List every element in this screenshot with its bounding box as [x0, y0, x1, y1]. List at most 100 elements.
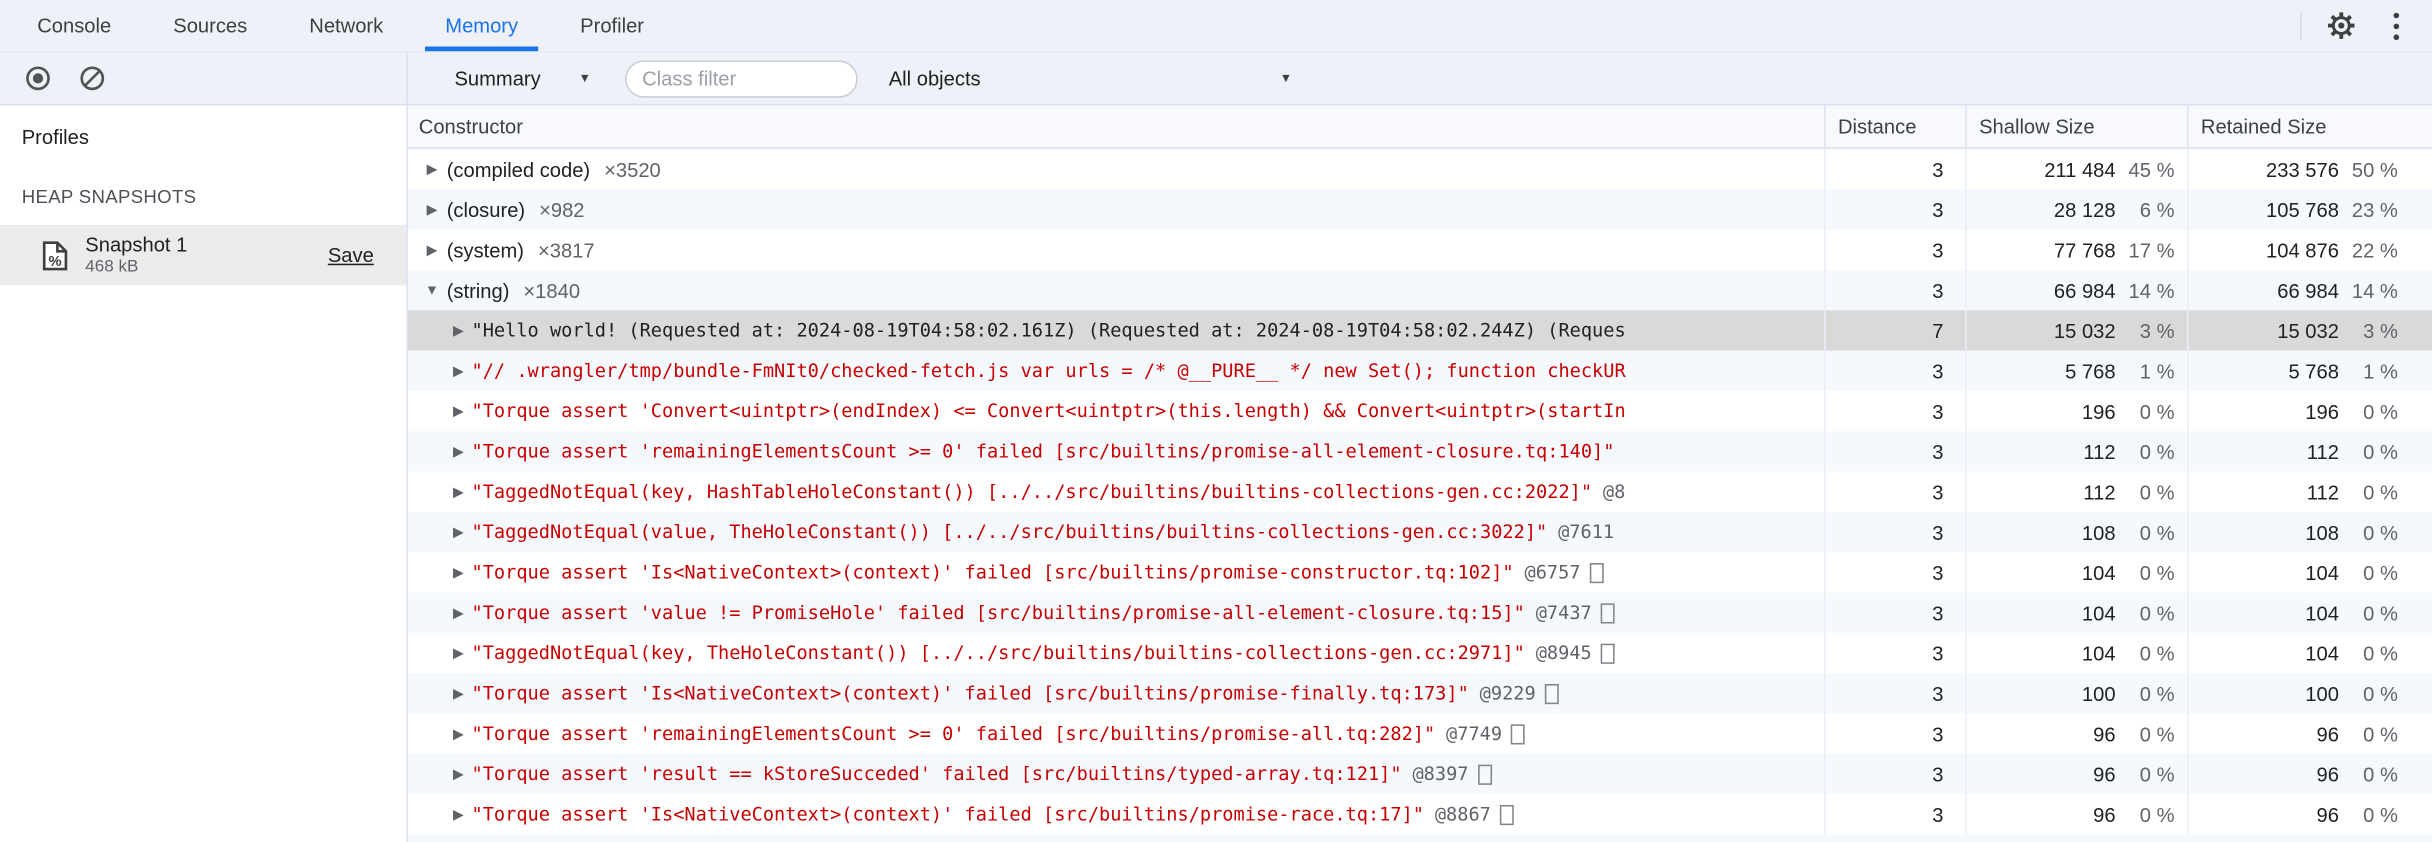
constructor-cell: ▶ "Torque assert 'Is<NativeContext>(conte…: [408, 794, 1826, 835]
expand-triangle-icon[interactable]: ▶: [423, 161, 440, 178]
three-dot-menu-icon[interactable]: [2379, 9, 2413, 43]
tab-profiler[interactable]: Profiler: [557, 0, 667, 51]
retained-size-value: 96: [2316, 802, 2339, 826]
constructor-group-row[interactable]: ▶ (compiled code) ×3520 3 211 484 45 % 233 576…: [408, 148, 2432, 190]
distance-cell: 3: [1826, 269, 1967, 311]
string-instance-row[interactable]: ▶ "Torque assert 'result == kStoreSuccede…: [407, 753, 2432, 795]
expand-triangle-icon[interactable]: ▶: [450, 443, 467, 460]
collapse-triangle-icon[interactable]: ▼: [423, 282, 440, 298]
retained-size-cell: 15 032 3 %: [2188, 310, 2432, 350]
sidebar-title: Profiles: [21, 125, 89, 149]
perspective-select[interactable]: Summary ▼: [454, 67, 590, 90]
constructor-group-row[interactable]: ▶ (closure) ×982 3 28 128 6 % 105 768 23 %: [407, 189, 2432, 230]
expand-triangle-icon[interactable]: ▶: [423, 241, 440, 258]
string-value: "Hello world! (Requested at: 2024-08-19T…: [471, 319, 1626, 342]
retained-size-cell: 105 768 23 %: [2188, 189, 2432, 229]
expand-triangle-icon[interactable]: ▶: [450, 322, 467, 339]
string-instance-row[interactable]: ▶ "Torque assert 'value != PromiseHole' f…: [407, 592, 2432, 633]
string-value: "TaggedNotEqual(key, TheHoleConstant()) …: [471, 642, 1525, 664]
column-header-constructor[interactable]: Constructor: [408, 105, 1826, 148]
missing-glyph-box: [1601, 602, 1615, 623]
tab-memory[interactable]: Memory: [422, 0, 541, 52]
retained-size-percent: 0 %: [2363, 721, 2398, 746]
retained-size-cell: 196 0 %: [2188, 391, 2432, 431]
save-link[interactable]: Save: [328, 244, 374, 267]
shallow-size-cell: 104 0 %: [1967, 552, 2189, 593]
tab-console[interactable]: Console: [14, 0, 135, 51]
distance-value: 3: [1932, 439, 1944, 463]
distance-cell: 3: [1826, 471, 1967, 512]
tab-network[interactable]: Network: [286, 0, 406, 51]
shallow-size-value: 77 768: [2053, 238, 2116, 262]
constructor-group-row[interactable]: ▼ (string) ×1840 3 66 984 14 % 66 984 14 %: [407, 269, 2432, 311]
retained-size-percent: 0 %: [2363, 601, 2398, 625]
expand-triangle-icon[interactable]: ▶: [450, 523, 467, 540]
chevron-down-icon: ▼: [1279, 71, 1292, 86]
constructor-cell: ▶ (closure) ×982: [408, 189, 1826, 230]
expand-triangle-icon[interactable]: ▶: [450, 685, 467, 702]
shallow-size-cell: 112 0 %: [1967, 471, 2189, 512]
object-id: @7749: [1446, 722, 1503, 745]
expand-triangle-icon[interactable]: ▶: [450, 604, 467, 621]
column-header-shallow-size[interactable]: Shallow Size: [1967, 105, 2189, 148]
object-id: @8397: [1412, 763, 1469, 785]
missing-glyph-box: [1477, 763, 1492, 785]
expand-triangle-icon[interactable]: ▶: [450, 725, 467, 742]
object-id: @8945: [1535, 642, 1592, 664]
instance-count: ×1840: [523, 278, 581, 302]
class-filter-input[interactable]: [625, 59, 858, 97]
column-header-distance[interactable]: Distance: [1826, 105, 1967, 148]
clear-icon[interactable]: [74, 61, 108, 95]
retained-size-percent: 0 %: [2363, 399, 2398, 423]
string-instance-row[interactable]: ▶ "Torque assert 'Convert<uintptr>(endInd…: [408, 390, 2432, 432]
gear-icon[interactable]: [2323, 9, 2357, 43]
distance-value: 3: [1932, 359, 1944, 383]
retained-size-cell: 104 876 22 %: [2188, 230, 2432, 270]
object-filter-select[interactable]: All objects ▼: [889, 67, 1292, 90]
string-instance-row[interactable]: ▶ "Torque assert 'remainingElementsCount …: [407, 431, 2432, 472]
svg-text:%: %: [49, 253, 62, 269]
retained-size-value: 112: [2306, 439, 2339, 463]
distance-value: 3: [1932, 157, 1944, 181]
expand-triangle-icon[interactable]: ▶: [450, 564, 467, 581]
sidebar-item-snapshot-1[interactable]: % Snapshot 1 468 kB Save: [0, 224, 407, 286]
string-instance-row[interactable]: ▶ "Torque assert 'Is<NativeContext>(conte…: [408, 794, 2432, 835]
expand-triangle-icon[interactable]: ▶: [450, 402, 467, 419]
shallow-size-value: 211 484: [2044, 157, 2116, 181]
distance-value: 3: [1932, 601, 1944, 625]
constructor-group-row[interactable]: ▶ (system) ×3817 3 77 768 17 % 104 876 22 %: [408, 229, 2432, 270]
expand-triangle-icon[interactable]: ▶: [450, 806, 467, 823]
expand-triangle-icon[interactable]: ▶: [450, 362, 467, 379]
shallow-size-cell: 96 0 %: [1967, 753, 2189, 795]
shallow-size-percent: 0 %: [2139, 681, 2175, 705]
expand-triangle-icon[interactable]: ▶: [423, 201, 440, 218]
distance-value: 3: [1932, 802, 1944, 826]
string-instance-row[interactable]: ▶ "TaggedNotEqual(key, HashTableHoleConst…: [408, 471, 2432, 512]
expand-triangle-icon[interactable]: ▶: [450, 483, 467, 500]
record-icon[interactable]: [20, 61, 54, 95]
expand-triangle-icon[interactable]: ▶: [450, 644, 467, 661]
string-value: "Torque assert 'remainingElementsCount >…: [471, 440, 1615, 463]
string-value: "Torque assert 'Is<NativeContext>(contex…: [471, 803, 1424, 826]
string-instance-row[interactable]: ▶ "TaggedNotEqual(key, TheHoleConstant())…: [408, 632, 2432, 674]
instance-count: ×982: [539, 197, 585, 222]
retained-size-value: 66 984: [2277, 278, 2339, 302]
distance-value: 3: [1932, 399, 1944, 423]
expand-triangle-icon[interactable]: ▶: [450, 765, 467, 782]
string-instance-row[interactable]: ▶ "// .wrangler/tmp/bundle-FmNIt0/checked…: [407, 350, 2432, 391]
string-instance-row[interactable]: ▶ "Torque assert 'Is<NativeContext>(conte…: [407, 673, 2432, 714]
distance-cell: 3: [1826, 229, 1967, 270]
string-instance-row[interactable]: ▶ "TaggedNotEqual(value, TheHoleConstant(…: [407, 511, 2432, 553]
string-instance-row[interactable]: ▶ "Torque assert 'Is<NativeContext>(conte…: [408, 552, 2432, 593]
shallow-size-value: 5 768: [2065, 359, 2116, 383]
tab-sources[interactable]: Sources: [150, 0, 271, 51]
instance-count: ×3520: [604, 157, 661, 181]
column-header-retained-size[interactable]: Retained Size: [2188, 105, 2432, 147]
shallow-size-percent: 0 %: [2139, 399, 2175, 423]
string-instance-row[interactable]: ▶ "Hello world! (Requested at: 2024-08-19…: [407, 310, 2432, 351]
shallow-size-percent: 6 %: [2139, 197, 2175, 222]
string-value: "TaggedNotEqual(key, HashTableHoleConsta…: [471, 480, 1593, 503]
chevron-down-icon: ▼: [578, 71, 591, 86]
profiler-controls: [0, 52, 408, 104]
string-instance-row[interactable]: ▶ "Torque assert 'remainingElementsCount …: [408, 713, 2432, 754]
